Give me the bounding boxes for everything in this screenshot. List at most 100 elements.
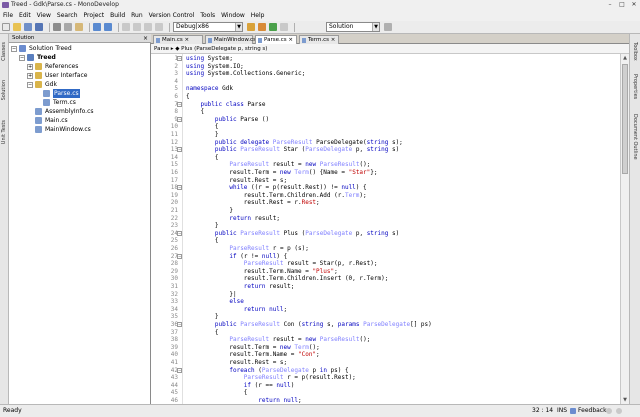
code-line[interactable]: result.Term = new Term() {Name = "Star"}… — [186, 169, 377, 177]
code-editor[interactable]: 1−234567−89−10111213−1415161718−19202122… — [151, 54, 620, 404]
redo-icon[interactable] — [104, 23, 112, 31]
close-icon[interactable]: × — [143, 34, 148, 43]
code-line[interactable]: result.Term.Children.Add (r.Term); — [186, 192, 367, 200]
code-line[interactable]: return result; — [186, 215, 280, 223]
undo-icon[interactable] — [93, 23, 101, 31]
fold-toggle-icon[interactable]: − — [177, 253, 182, 259]
code-line[interactable]: } — [186, 131, 219, 139]
expand-icon[interactable]: + — [27, 72, 33, 79]
tree-item-user-interface[interactable]: + User Interface — [27, 71, 87, 80]
code-line[interactable]: public ParseResult Star (ParseDelegate p… — [186, 146, 399, 154]
code-line[interactable]: { — [186, 329, 219, 337]
minimize-button[interactable]: – — [604, 0, 616, 10]
fold-toggle-icon[interactable]: − — [177, 56, 182, 61]
fold-toggle-icon[interactable]: − — [177, 147, 182, 153]
scroll-down-arrow-icon[interactable]: ▼ — [621, 396, 629, 404]
menu-build[interactable]: Build — [110, 12, 125, 19]
unindent-icon[interactable] — [133, 23, 141, 31]
tree-item-main-cs[interactable]: Main.cs — [35, 116, 68, 125]
save-all-icon[interactable] — [35, 23, 43, 31]
fold-toggle-icon[interactable]: − — [177, 185, 182, 191]
code-line[interactable]: public ParseResult Con (string s, params… — [186, 321, 432, 329]
code-line[interactable]: ParseResult result = Star(p, r.Rest); — [186, 260, 378, 268]
expand-icon[interactable]: + — [27, 63, 33, 70]
cut-icon[interactable] — [53, 23, 61, 31]
tree-item-mainwindow-cs[interactable]: MainWindow.cs — [35, 125, 91, 134]
code-line[interactable]: result.Term.Name = "Con"; — [186, 351, 319, 359]
tab-term-cs[interactable]: Term.cs × — [299, 35, 339, 44]
menu-search[interactable]: Search — [57, 12, 78, 19]
fold-toggle-icon[interactable]: − — [177, 116, 182, 122]
uncomment-icon[interactable] — [155, 23, 163, 31]
tree-item-term-cs[interactable]: Term.cs — [43, 98, 76, 107]
comment-icon[interactable] — [144, 23, 152, 31]
fold-toggle-icon[interactable]: − — [177, 367, 182, 373]
code-line[interactable]: using System.IO; — [186, 63, 244, 71]
collapse-icon[interactable]: − — [11, 45, 17, 52]
save-icon[interactable] — [24, 23, 32, 31]
target-combo[interactable]: Solution ▼ — [326, 22, 380, 32]
code-line[interactable]: using System; — [186, 55, 233, 63]
collapse-icon[interactable]: − — [19, 54, 25, 61]
properties-pad-tab[interactable]: Properties — [632, 74, 638, 99]
code-line[interactable]: result.Rest = s; — [186, 359, 287, 367]
unit-tests-pad-tab[interactable]: Unit Tests — [1, 120, 7, 144]
code-line[interactable]: public ParseResult Plus (ParseDelegate p… — [186, 230, 399, 238]
code-line[interactable]: return null; — [186, 306, 287, 314]
close-button[interactable]: ✕ — [628, 0, 640, 10]
code-line[interactable]: result.Rest = s; — [186, 177, 287, 185]
menu-project[interactable]: Project — [84, 12, 105, 19]
member-breadcrumb[interactable]: Parse ▸ ◆ Plus (ParseDelegate p, string … — [151, 44, 629, 54]
code-line[interactable]: ParseResult result = new ParseResult(); — [186, 161, 370, 169]
menu-view[interactable]: View — [37, 12, 51, 19]
maximize-button[interactable]: □ — [616, 0, 628, 10]
fold-toggle-icon[interactable]: − — [177, 230, 182, 236]
code-line[interactable]: else — [186, 298, 243, 306]
code-line[interactable]: result.Term.Name = "Plus"; — [186, 268, 338, 276]
build-icon[interactable] — [247, 23, 255, 31]
code-line[interactable]: { — [186, 154, 219, 162]
code-line[interactable]: if (r == null) — [186, 382, 295, 390]
code-line[interactable]: result.Rest = r.Rest; — [186, 199, 320, 207]
copy-icon[interactable] — [64, 23, 72, 31]
code-line[interactable]: } — [186, 222, 219, 230]
stop-icon[interactable] — [280, 23, 288, 31]
collapse-icon[interactable]: − — [27, 81, 33, 88]
code-line[interactable]: } — [186, 313, 219, 321]
run-icon[interactable] — [269, 23, 277, 31]
code-line[interactable]: result.Term = new Term(); — [186, 344, 319, 352]
code-line[interactable]: if (r != null) { — [186, 253, 287, 261]
scroll-up-arrow-icon[interactable]: ▲ — [621, 54, 629, 62]
code-line[interactable]: result.Term.Children.Insert (0, r.Term); — [186, 275, 389, 283]
tree-item-references[interactable]: + References — [27, 62, 78, 71]
fold-toggle-icon[interactable]: − — [177, 322, 182, 327]
code-line[interactable]: while ((r = p(result.Rest)) != null) { — [186, 184, 366, 192]
open-folder-icon[interactable] — [13, 23, 21, 31]
tree-item-assemblyinfo-cs[interactable]: AssemblyInfo.cs — [35, 107, 94, 116]
tree-item-solution[interactable]: − Solution Treed — [11, 44, 72, 53]
code-line[interactable]: public Parse () — [186, 116, 269, 124]
menu-help[interactable]: Help — [251, 12, 265, 19]
code-line[interactable]: { — [186, 237, 219, 245]
code-line[interactable]: return result; — [186, 283, 295, 291]
code-line[interactable]: { — [186, 108, 204, 116]
code-line[interactable]: namespace Gdk — [186, 85, 233, 93]
config-combo[interactable]: Debug|x86 ▼ — [173, 22, 243, 32]
paste-icon[interactable] — [75, 23, 83, 31]
editor-vertical-scrollbar[interactable]: ▲ ▼ — [620, 54, 629, 404]
code-line[interactable]: ParseResult result = new ParseResult(); — [186, 336, 370, 344]
rebuild-icon[interactable] — [258, 23, 266, 31]
new-file-icon[interactable] — [2, 23, 10, 31]
tree-item-parse-cs[interactable]: Parse.cs — [43, 89, 80, 98]
scrollbar-thumb[interactable] — [622, 64, 628, 174]
code-line[interactable]: ParseResult r = p (s); — [186, 245, 309, 253]
code-line[interactable]: { — [186, 93, 190, 101]
code-line[interactable]: return null; — [186, 397, 301, 404]
layout-icon[interactable] — [384, 23, 392, 31]
code-line[interactable]: ParseResult r = p(result.Rest); — [186, 374, 356, 382]
tree-item-gdk[interactable]: − Gdk — [27, 80, 57, 89]
feedback-button[interactable]: Feedback — [578, 405, 607, 417]
classes-pad-tab[interactable]: Classes — [1, 42, 7, 61]
tree-item-project[interactable]: − Treed — [19, 53, 56, 62]
code-line[interactable]: public class Parse — [186, 101, 265, 109]
